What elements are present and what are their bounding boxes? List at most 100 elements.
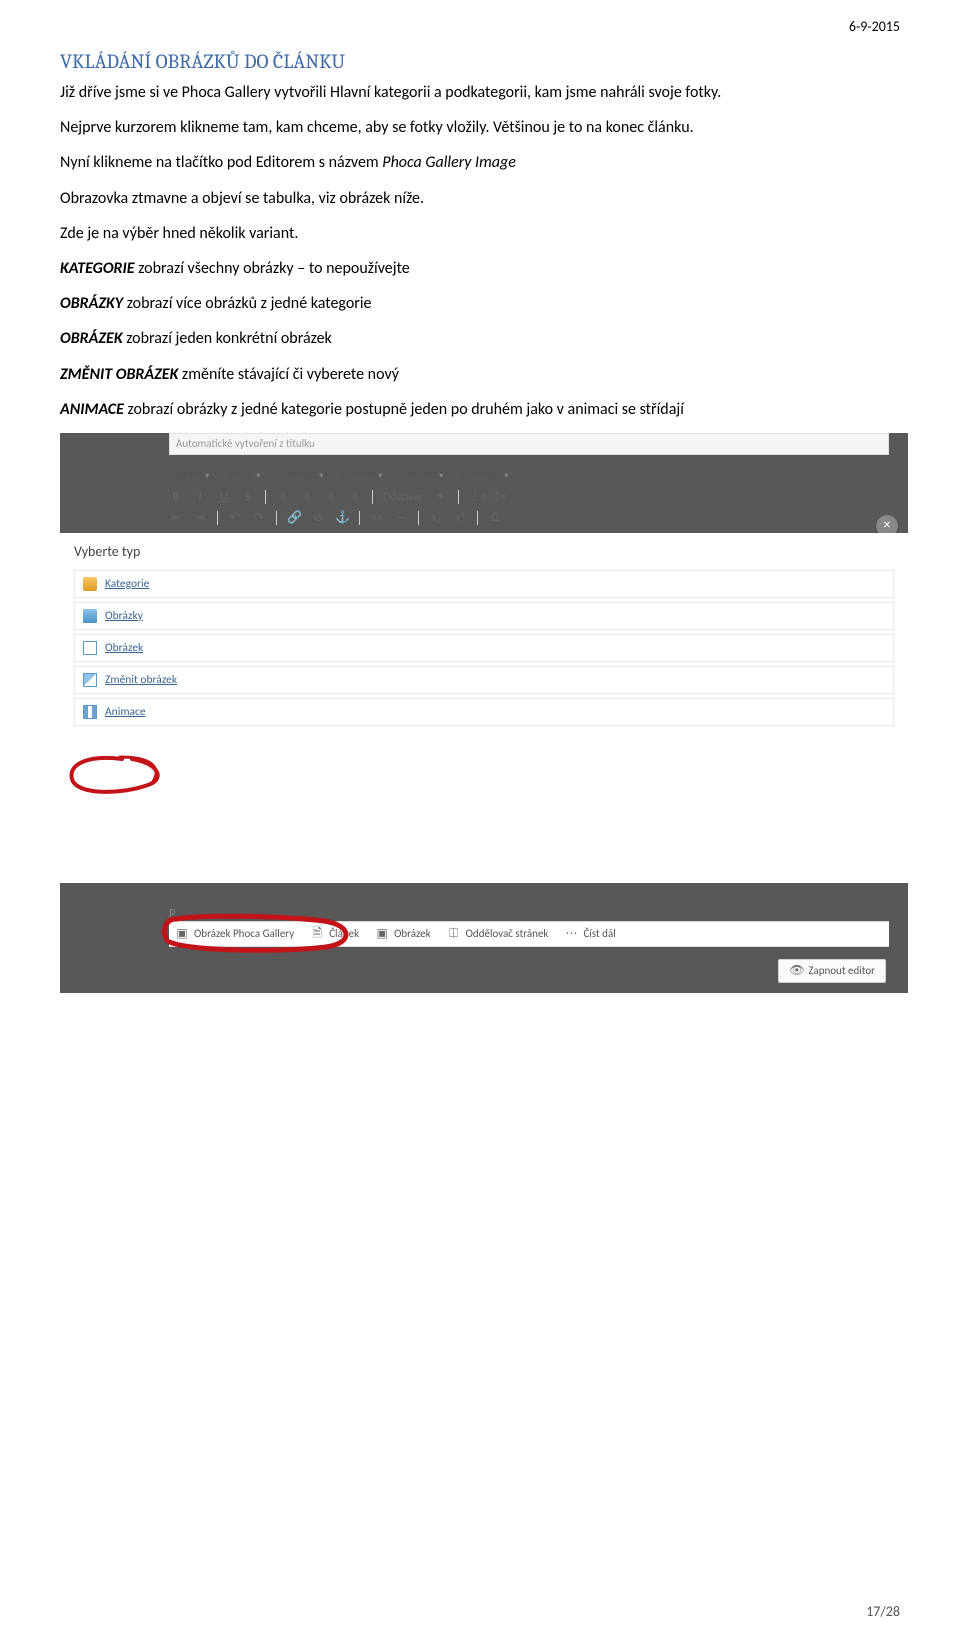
images-icon bbox=[83, 609, 97, 623]
image-icon bbox=[83, 641, 97, 655]
number-list-icon[interactable]: 1≡ bbox=[493, 490, 507, 504]
intro-para-3: Nyní klikneme na tlačítko pod Editorem s… bbox=[60, 151, 900, 174]
omega-icon[interactable]: Ω bbox=[488, 511, 502, 525]
type-link-kategorie[interactable]: Kategorie bbox=[105, 577, 149, 591]
eye-icon: 👁 bbox=[789, 964, 803, 978]
type-link-obrazky[interactable]: Obrázky bbox=[105, 609, 143, 623]
btn-pagebreak-label: Oddělovač stránek bbox=[466, 927, 549, 940]
annotation-circle-animace bbox=[62, 753, 172, 799]
opt-obrazek: OBRÁZEK zobrazí jeden konkrétní obrázek bbox=[60, 327, 900, 350]
btn-image[interactable]: ▣ Obrázek bbox=[375, 927, 431, 941]
editor-bottom-buttons: ▣ Obrázek Phoca Gallery 🗎 Článek ▣ Obráz… bbox=[169, 921, 889, 947]
para3-prefix: Nyní klikneme na tlačítko pod Editorem s… bbox=[60, 153, 382, 172]
opt-zmenit-desc: změníte stávající či vyberete nový bbox=[178, 365, 399, 384]
alias-field[interactable]: Automatické vytvoření z titulku bbox=[169, 433, 889, 455]
btn-phoca-gallery-image[interactable]: ▣ Obrázek Phoca Gallery bbox=[175, 927, 294, 941]
subscript-icon[interactable]: x₂ bbox=[429, 511, 443, 525]
editor-area: Automatické vytvoření z titulku Úpravy V… bbox=[169, 433, 889, 547]
unlink-icon[interactable]: ⊘ bbox=[311, 511, 325, 525]
toolbar-sep bbox=[418, 511, 419, 525]
menu-table[interactable]: Tabulka bbox=[400, 468, 443, 482]
opt-animace-label: ANIMACE bbox=[60, 400, 124, 419]
readmore-icon: ⋯ bbox=[564, 927, 578, 941]
opt-zmenit: ZMĚNIT OBRÁZEK změníte stávající či vybe… bbox=[60, 363, 900, 386]
type-link-zmenit[interactable]: Změnit obrázek bbox=[105, 673, 177, 687]
opt-obrazek-label: OBRÁZEK bbox=[60, 329, 123, 348]
para3-emph: Phoca Gallery Image bbox=[382, 153, 516, 172]
type-row-obrazky[interactable]: Obrázky bbox=[74, 602, 894, 630]
hr-icon[interactable]: — bbox=[394, 511, 408, 525]
image-icon: ▣ bbox=[375, 927, 389, 941]
image-icon: ▣ bbox=[175, 927, 189, 941]
type-row-zmenit[interactable]: Změnit obrázek bbox=[74, 666, 894, 694]
animation-icon bbox=[83, 705, 97, 719]
toolbar-sep bbox=[458, 490, 459, 504]
type-link-obrazek[interactable]: Obrázek bbox=[105, 641, 143, 655]
align-left-icon[interactable]: ≡ bbox=[276, 490, 290, 504]
opt-obrazky-label: OBRÁZKY bbox=[60, 294, 123, 313]
bold-icon[interactable]: B bbox=[169, 490, 183, 504]
strike-icon[interactable]: S bbox=[241, 490, 255, 504]
menu-insert[interactable]: Vložit bbox=[227, 468, 260, 482]
toggle-editor-row: 👁 Zapnout editor bbox=[778, 959, 886, 983]
toggle-editor-label: Zapnout editor bbox=[808, 964, 875, 977]
italic-icon[interactable]: I bbox=[193, 490, 207, 504]
menu-view[interactable]: Zobrazit bbox=[278, 468, 323, 482]
align-center-icon[interactable]: ≡ bbox=[300, 490, 314, 504]
intro-para-4: Obrazovka ztmavne a objeví se tabulka, v… bbox=[60, 187, 900, 210]
toolbar-sep bbox=[477, 511, 478, 525]
opt-kategorie: KATEGORIE zobrazí všechny obrázky – to n… bbox=[60, 257, 900, 280]
opt-kategorie-label: KATEGORIE bbox=[60, 259, 135, 278]
underline-icon[interactable]: U bbox=[217, 490, 231, 504]
btn-readmore-label: Číst dál bbox=[583, 927, 615, 940]
toggle-editor-button[interactable]: 👁 Zapnout editor bbox=[778, 959, 886, 983]
swap-image-icon bbox=[83, 673, 97, 687]
chevron-down-icon[interactable]: ▾ bbox=[434, 490, 448, 504]
opt-obrazky: OBRÁZKY zobrazí více obrázků z jedné kat… bbox=[60, 292, 900, 315]
bullet-list-icon[interactable]: ⋮≡ bbox=[469, 490, 483, 504]
indent-icon[interactable]: ⇥ bbox=[193, 511, 207, 525]
opt-animace-desc: zobrazí obrázky z jedné kategorie postup… bbox=[124, 400, 684, 419]
menu-format[interactable]: Formát bbox=[341, 468, 382, 482]
type-row-obrazek[interactable]: Obrázek bbox=[74, 634, 894, 662]
toolbar-sep bbox=[359, 511, 360, 525]
pagebreak-icon: ⎅ bbox=[447, 927, 461, 941]
type-row-kategorie[interactable]: Kategorie bbox=[74, 570, 894, 598]
screenshot-figure: Automatické vytvoření z titulku Úpravy V… bbox=[60, 433, 908, 993]
type-row-animace[interactable]: Animace bbox=[74, 698, 894, 726]
superscript-icon[interactable]: x² bbox=[453, 511, 467, 525]
paragraph-select[interactable]: Odstavec bbox=[383, 490, 424, 503]
intro-para-5: Zde je na výběr hned několik variant. bbox=[60, 222, 900, 245]
align-right-icon[interactable]: ≡ bbox=[324, 490, 338, 504]
document-icon: 🗎 bbox=[310, 927, 324, 941]
intro-para-1: Již dříve jsme si ve Phoca Gallery vytvo… bbox=[60, 81, 900, 104]
section-heading: VKLÁDÁNÍ OBRÁZKŮ DO ČLÁNKU bbox=[60, 50, 900, 73]
undo-icon[interactable]: ↶ bbox=[228, 511, 242, 525]
source-icon[interactable]: <> bbox=[370, 511, 384, 525]
btn-pagebreak[interactable]: ⎅ Oddělovač stránek bbox=[447, 927, 549, 941]
menu-tools[interactable]: Nástroje bbox=[461, 468, 508, 482]
toolbar-sep bbox=[217, 511, 218, 525]
opt-obrazky-desc: zobrazí více obrázků z jedné kategorie bbox=[123, 294, 371, 313]
anchor-icon[interactable]: ⚓ bbox=[335, 511, 349, 525]
link-icon[interactable]: 🔗 bbox=[287, 511, 301, 525]
btn-article[interactable]: 🗎 Článek bbox=[310, 927, 359, 941]
btn-phoca-label: Obrázek Phoca Gallery bbox=[194, 927, 294, 940]
btn-readmore[interactable]: ⋯ Číst dál bbox=[564, 927, 615, 941]
opt-kategorie-desc: zobrazí všechny obrázky – to nepoužívejt… bbox=[135, 259, 410, 278]
menu-edit[interactable]: Úpravy bbox=[169, 468, 209, 482]
editor-footer: p ▣ Obrázek Phoca Gallery 🗎 Článek ▣ Obr… bbox=[169, 903, 889, 947]
redo-icon[interactable]: ↷ bbox=[252, 511, 266, 525]
outdent-icon[interactable]: ⇤ bbox=[169, 511, 183, 525]
modal-title: Vyberte typ bbox=[74, 543, 894, 560]
toolbar-row-2: ⇤ ⇥ ↶ ↷ 🔗 ⊘ ⚓ <> — x₂ x² Ω bbox=[169, 509, 889, 530]
align-justify-icon[interactable]: ≡ bbox=[348, 490, 362, 504]
page-number: 17/28 bbox=[866, 1603, 900, 1620]
btn-image-label: Obrázek bbox=[394, 927, 431, 940]
toolbar-sep bbox=[265, 490, 266, 504]
type-link-animace[interactable]: Animace bbox=[105, 705, 146, 719]
toolbar-row-1: B I U S ≡ ≡ ≡ ≡ Odstavec ▾ ⋮≡ 1≡ bbox=[169, 488, 889, 509]
select-type-modal: Vyberte typ Kategorie Obrázky Obrázek Zm… bbox=[60, 533, 908, 883]
toolbar-sep bbox=[276, 511, 277, 525]
path-indicator: p bbox=[169, 903, 889, 921]
